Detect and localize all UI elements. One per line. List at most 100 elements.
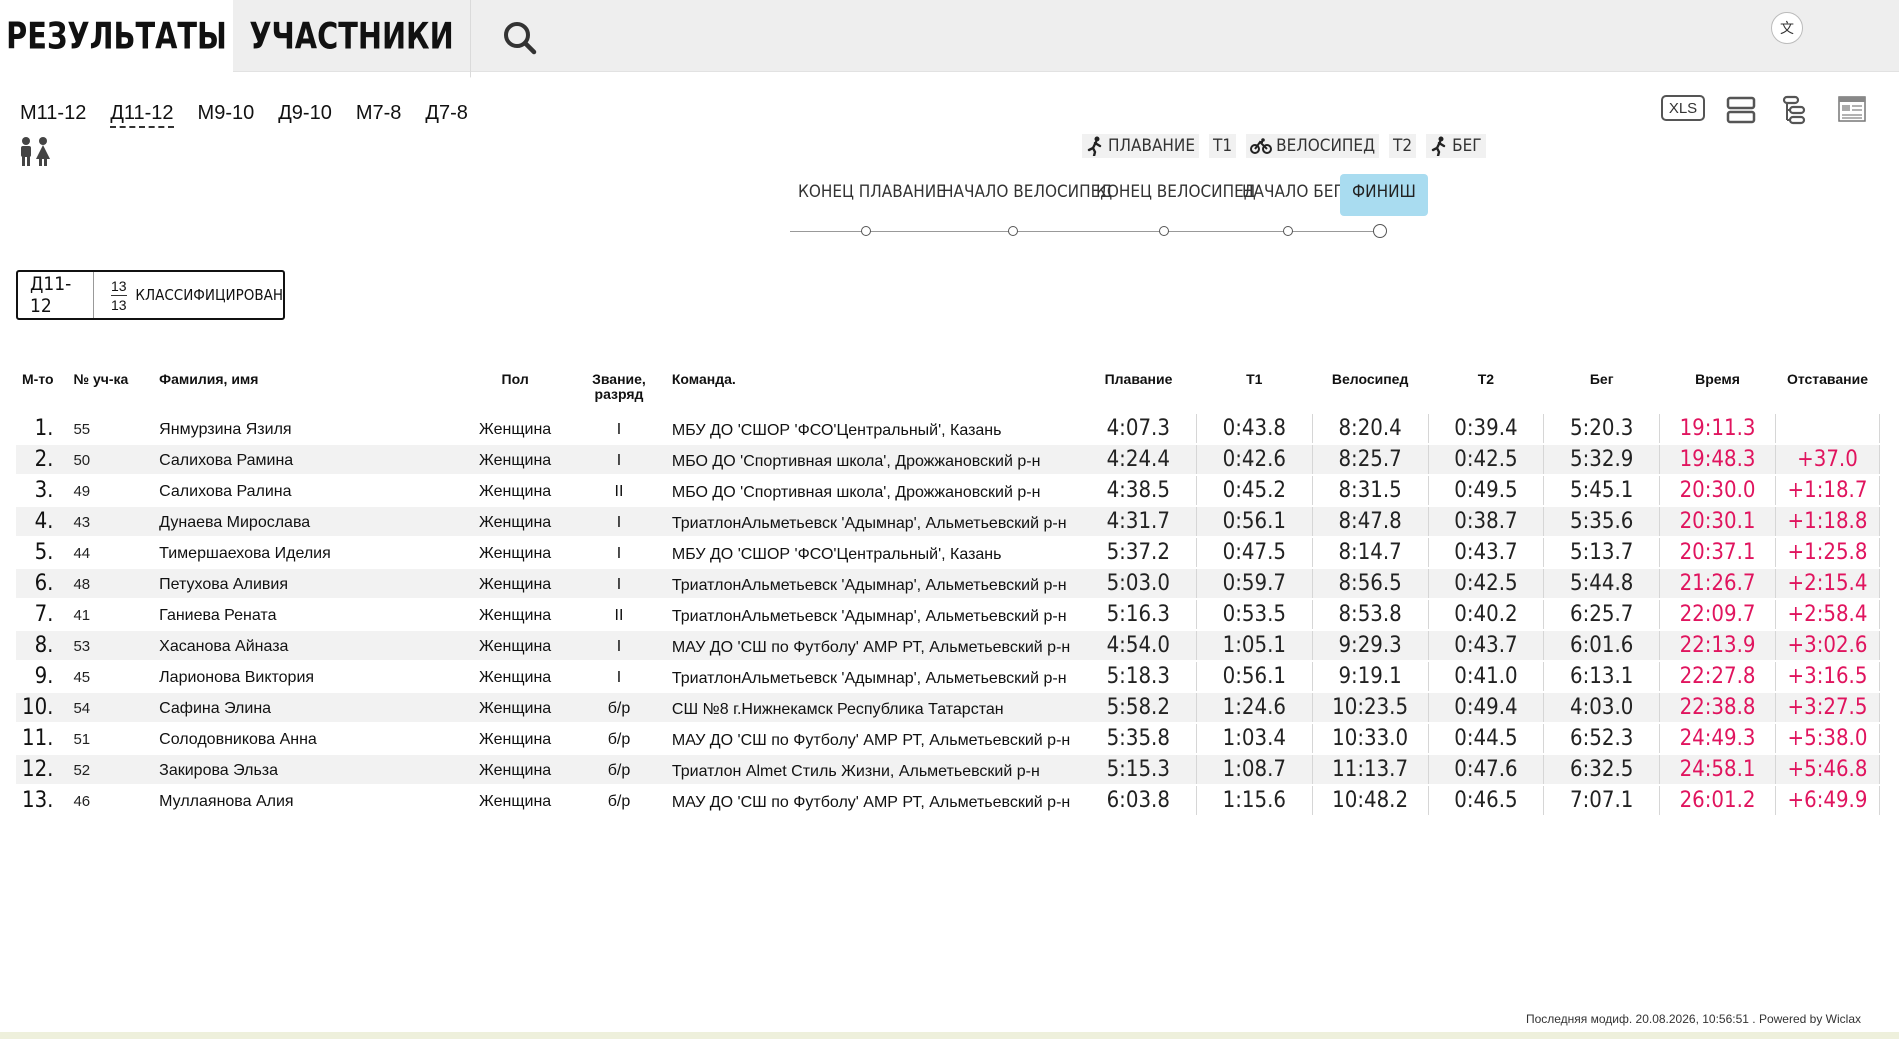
row-place: 1. — [16, 414, 68, 445]
checkpoint-dot[interactable] — [1008, 226, 1018, 236]
discipline-t2[interactable]: T2 — [1389, 134, 1417, 158]
table-row[interactable]: 11. 51 Солодовникова Анна Женщина б/р МАУ ДО … — [16, 723, 1881, 755]
table-row[interactable]: 1. 55 Янмурзина Язиля Женщина I МБУ ДО 'СШОР … — [16, 414, 1881, 445]
row-rank: I — [572, 568, 666, 600]
col-gender[interactable]: Пол — [458, 370, 572, 414]
table-row[interactable]: 10. 54 Сафина Элина Женщина б/р СШ №8 г.Нижне… — [16, 692, 1881, 724]
row-bike-time: 10:48.2 — [1312, 785, 1429, 817]
row-name[interactable]: Закирова Эльза — [153, 754, 459, 786]
checkpoint-dot[interactable] — [861, 226, 871, 236]
row-name[interactable]: Сафина Элина — [153, 692, 459, 724]
table-row[interactable]: 5. 44 Тимершаехова Иделия Женщина I МБУ ДО 'С… — [16, 537, 1881, 569]
discipline-bike[interactable]: ВЕЛОСИПЕД — [1246, 134, 1380, 158]
row-place: 8. — [16, 630, 68, 662]
language-icon[interactable]: 文 — [1771, 12, 1803, 44]
row-total-time: 24:58.1 — [1659, 754, 1776, 786]
top-navigation-bar: РЕЗУЛЬТАТЫ УЧАСТНИКИ 文 — [0, 0, 1899, 78]
col-place[interactable]: М-то — [16, 370, 67, 414]
col-team[interactable]: Команда. — [666, 370, 1081, 414]
tree-view-icon[interactable] — [1782, 95, 1808, 130]
row-name[interactable]: Петухова Аливия — [153, 568, 459, 600]
checkpoint-run-start[interactable]: НАЧАЛО БЕГ — [1236, 176, 1349, 208]
row-gender: Женщина — [458, 506, 573, 538]
row-name[interactable]: Дунаева Мирослава — [153, 506, 459, 538]
row-gap: +3:16.5 — [1775, 661, 1881, 693]
row-run-time: 5:20.3 — [1543, 414, 1661, 445]
group-m7-8[interactable]: М7-8 — [356, 100, 402, 128]
checkpoint-dot[interactable] — [1159, 226, 1169, 236]
group-m9-10[interactable]: М9-10 — [198, 100, 255, 128]
row-bib: 54 — [67, 692, 154, 724]
row-name[interactable]: Тимершаехова Иделия — [153, 537, 459, 569]
bottom-strip — [0, 1032, 1899, 1039]
col-t2[interactable]: T2 — [1428, 370, 1544, 414]
table-row[interactable]: 7. 41 Ганиева Рената Женщина II ТриатлонАльме… — [16, 599, 1881, 631]
checkpoint-finish[interactable]: ФИНИШ — [1340, 174, 1428, 216]
row-total-time: 20:37.1 — [1659, 537, 1776, 569]
row-bike-time: 8:14.7 — [1312, 537, 1429, 569]
table-row[interactable]: 12. 52 Закирова Эльза Женщина б/р Триатлон Al… — [16, 754, 1881, 786]
col-gap[interactable]: Отставание — [1775, 370, 1879, 414]
col-run[interactable]: Бег — [1544, 370, 1660, 414]
checkpoint-dot-active[interactable] — [1373, 224, 1387, 238]
col-swim[interactable]: Плавание — [1081, 370, 1197, 414]
col-t1[interactable]: T1 — [1196, 370, 1312, 414]
discipline-t1[interactable]: T1 — [1209, 134, 1237, 158]
row-name[interactable]: Ларионова Виктория — [153, 661, 459, 693]
tab-results[interactable]: РЕЗУЛЬТАТЫ — [0, 0, 233, 78]
report-view-icon[interactable] — [1838, 96, 1866, 127]
col-name[interactable]: Фамилия, имя — [153, 370, 458, 414]
col-bike[interactable]: Велосипед — [1312, 370, 1428, 414]
table-row[interactable]: 3. 49 Салихова Ралина Женщина II МБО ДО 'Спор… — [16, 475, 1881, 507]
row-name[interactable]: Муллаянова Алия — [153, 785, 459, 817]
row-team: ТриатлонАльметьевск 'Адымнар', Альметьев… — [665, 568, 1081, 600]
row-t2-time: 0:49.4 — [1428, 692, 1545, 724]
row-swim-time: 4:24.4 — [1080, 444, 1197, 476]
col-bib[interactable]: № уч-ка — [67, 370, 153, 414]
row-place: 5. — [16, 537, 68, 569]
xls-export-button[interactable]: XLS — [1661, 95, 1705, 121]
row-bike-time: 9:19.1 — [1312, 661, 1429, 693]
table-row[interactable]: 9. 45 Ларионова Виктория Женщина I ТриатлонАл… — [16, 661, 1881, 693]
group-d9-10[interactable]: Д9-10 — [278, 100, 332, 128]
table-row[interactable]: 13. 46 Муллаянова Алия Женщина б/р МАУ ДО 'СШ… — [16, 785, 1881, 817]
row-name[interactable]: Хасанова Айназа — [153, 630, 459, 662]
row-rank: I — [572, 444, 666, 476]
discipline-swim[interactable]: ПЛАВАНИЕ — [1082, 134, 1200, 158]
gender-filter-icon[interactable] — [17, 136, 53, 168]
row-place: 3. — [16, 475, 68, 507]
group-d7-8[interactable]: Д7-8 — [425, 100, 467, 128]
table-row[interactable]: 4. 43 Дунаева Мирослава Женщина I ТриатлонАль… — [16, 506, 1881, 538]
row-swim-time: 4:31.7 — [1080, 506, 1197, 538]
row-t1-time: 0:59.7 — [1196, 568, 1313, 600]
search-icon[interactable] — [500, 18, 540, 58]
row-t2-time: 0:46.5 — [1428, 785, 1545, 817]
footer-info: Последняя модиф. 20.08.2026, 10:56:51 . … — [1525, 1012, 1861, 1026]
table-row[interactable]: 8. 53 Хасанова Айназа Женщина I МАУ ДО 'СШ по… — [16, 630, 1881, 662]
row-bike-time: 8:31.5 — [1312, 475, 1429, 507]
row-run-time: 5:44.8 — [1543, 568, 1661, 600]
row-place: 13. — [16, 785, 68, 817]
row-name[interactable]: Салихова Ралина — [153, 475, 459, 507]
row-name[interactable]: Ганиева Рената — [153, 599, 459, 631]
table-row[interactable]: 6. 48 Петухова Аливия Женщина I ТриатлонАльме… — [16, 568, 1881, 600]
row-t2-time: 0:42.5 — [1428, 568, 1545, 600]
discipline-run[interactable]: БЕГ — [1426, 134, 1486, 158]
tab-participants[interactable]: УЧАСТНИКИ — [233, 0, 471, 78]
checkpoint-swim-end[interactable]: КОНЕЦ ПЛАВАНИЕ — [792, 176, 952, 208]
table-row[interactable]: 2. 50 Салихова Рамина Женщина I МБО ДО 'Спорт… — [16, 444, 1881, 476]
class-badge[interactable]: Д11-12 13 13 КЛАССИФИЦИРОВАН — [16, 270, 285, 320]
row-name[interactable]: Янмурзина Язиля — [153, 414, 459, 445]
row-total-time: 20:30.0 — [1659, 475, 1776, 507]
row-bib: 41 — [67, 599, 154, 631]
row-name[interactable]: Солодовникова Анна — [153, 723, 459, 755]
col-time[interactable]: Время — [1660, 370, 1776, 414]
group-m11-12[interactable]: М11-12 — [20, 100, 86, 128]
group-d11-12[interactable]: Д11-12 — [110, 100, 174, 128]
row-swim-time: 5:15.3 — [1080, 754, 1197, 786]
row-place: 2. — [16, 444, 68, 476]
checkpoint-dot[interactable] — [1283, 226, 1293, 236]
layout-rows-icon[interactable] — [1726, 96, 1756, 129]
row-name[interactable]: Салихова Рамина — [153, 444, 459, 476]
col-rank[interactable]: Звание, разряд — [572, 370, 666, 414]
